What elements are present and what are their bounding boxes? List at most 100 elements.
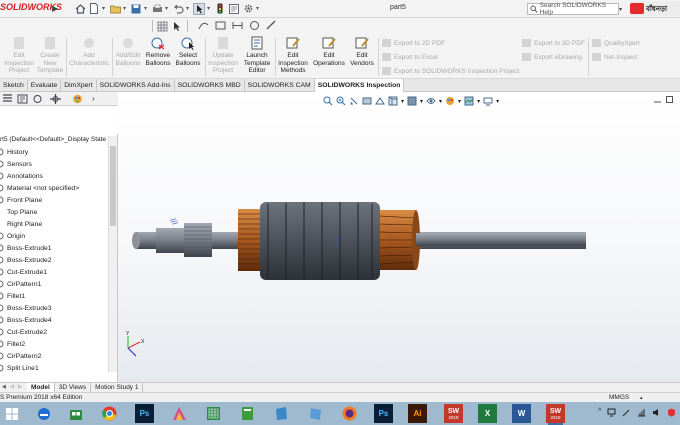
tab-evaluate[interactable]: Evaluate	[28, 79, 62, 92]
export-edrawing-button[interactable]: Export eDrawing	[522, 53, 582, 61]
rectangle-tool-icon[interactable]	[215, 20, 226, 31]
excel-old-icon[interactable]	[204, 404, 223, 423]
display-manager-icon[interactable]	[72, 94, 83, 104]
open-folder-icon[interactable]	[109, 3, 121, 15]
file-properties-icon[interactable]	[228, 3, 240, 15]
tree-item-sensors[interactable]: Sensors	[0, 160, 32, 168]
network-tray-icon[interactable]	[637, 408, 646, 417]
save-icon[interactable]	[130, 3, 142, 15]
edge-browser-icon[interactable]	[34, 404, 53, 423]
home-icon[interactable]	[74, 3, 86, 15]
audio-app-icon[interactable]	[272, 404, 291, 423]
tree-item-origin[interactable]: Origin	[0, 232, 25, 240]
tree-item-front-plane[interactable]: Front Plane	[0, 196, 42, 204]
traffic-light-icon[interactable]	[214, 3, 226, 15]
new-document-icon[interactable]	[88, 3, 100, 15]
curve-tool-icon[interactable]	[198, 20, 209, 31]
tab-inspection[interactable]: SOLIDWORKS Inspection	[314, 79, 405, 92]
tab-dimxpert[interactable]: DimXpert	[61, 79, 97, 92]
solidworks-2018-icon[interactable]: SW 2018	[444, 404, 463, 423]
tab-model[interactable]: Model	[27, 382, 55, 393]
graphics-viewport[interactable]: ▾ ▾ ▾ ▾ ▾ ▾ /// ⟩ X Y	[118, 92, 680, 382]
export-2d-pdf-button[interactable]: Export to 2D PDF	[382, 39, 445, 47]
tree-scrollbar[interactable]	[108, 136, 117, 372]
tree-item-boss-extrude3[interactable]: Boss-Extrude3	[0, 304, 52, 312]
tray-overflow-icon[interactable]: ^	[598, 408, 601, 417]
armature-model[interactable]: /// ⟩ X Y	[118, 92, 680, 382]
feature-tree-icon[interactable]	[2, 94, 13, 104]
tree-item-cut-extrude2[interactable]: Cut-Extrude2	[0, 328, 47, 336]
create-new-template-button[interactable]: Create New Template	[34, 36, 66, 75]
edit-operations-button[interactable]: Edit Operations	[310, 36, 348, 67]
edit-vendors-button[interactable]: Edit Vendors	[348, 36, 376, 67]
windows-start-icon[interactable]	[2, 404, 21, 423]
tree-item-annotations[interactable]: Annotations	[0, 172, 43, 180]
panel-expand-icon[interactable]: ›	[92, 94, 95, 103]
tree-item-cut-extrude1[interactable]: Cut-Extrude1	[0, 268, 47, 276]
dimension-tool-icon[interactable]	[232, 20, 243, 31]
excel-icon[interactable]: X	[478, 404, 497, 423]
tab-3d-views[interactable]: 3D Views	[55, 382, 92, 393]
file-app-icon[interactable]	[306, 404, 325, 423]
photoshop-2-icon[interactable]: Ps	[374, 404, 393, 423]
search-dropdown-icon[interactable]: ▾	[619, 3, 626, 15]
tab-mbd[interactable]: SOLIDWORKS MBD	[175, 79, 245, 92]
new-dropdown-icon[interactable]: ▾	[102, 5, 107, 12]
tree-item-boss-extrude1[interactable]: Boss-Extrude1	[0, 244, 52, 252]
launch-template-editor-button[interactable]: Launch Template Editor	[240, 36, 274, 75]
store-icon[interactable]	[66, 404, 85, 423]
relation-tool-icon[interactable]	[249, 20, 260, 31]
tree-root-part[interactable]: rt5 (Default<<Default>_Display State	[0, 136, 106, 143]
first-tab-icon[interactable]: ◀	[2, 384, 9, 391]
save-dropdown-icon[interactable]: ▾	[144, 5, 149, 12]
notes-app-icon[interactable]	[238, 404, 257, 423]
prev-tab-icon[interactable]: ◁	[10, 384, 17, 391]
tree-item-top-plane[interactable]: Top Plane	[0, 208, 37, 216]
solidworks-active-icon[interactable]: SW 2018	[546, 404, 565, 425]
illustrator-icon[interactable]: Ai	[408, 404, 427, 423]
scrollbar-thumb[interactable]	[110, 146, 116, 226]
property-manager-icon[interactable]	[17, 94, 28, 104]
grid-icon[interactable]	[157, 21, 168, 32]
word-icon[interactable]: W	[512, 404, 531, 423]
undo-icon[interactable]	[172, 3, 184, 15]
edit-tray-icon[interactable]	[622, 408, 631, 417]
configuration-manager-icon[interactable]	[32, 94, 43, 104]
tree-item-cirpattern2[interactable]: CirPattern2	[0, 352, 41, 360]
edit-inspection-methods-button[interactable]: Edit Inspection Methods	[276, 36, 310, 75]
tab-cam[interactable]: SOLIDWORKS CAM	[245, 79, 315, 92]
export-3d-pdf-button[interactable]: Export to 3D PDF	[522, 39, 585, 47]
paint-app-icon[interactable]	[170, 404, 189, 423]
select-balloons-button[interactable]: Select Balloons	[173, 36, 203, 67]
select-dropdown-icon[interactable]: ▾	[207, 5, 212, 12]
logo-menu-arrow-icon[interactable]: ▶	[52, 4, 58, 13]
tree-item-split-line1[interactable]: Split Line1	[0, 364, 39, 372]
export-excel-button[interactable]: Export to Excel	[382, 53, 438, 61]
options-dropdown-icon[interactable]: ▾	[256, 5, 261, 12]
export-inspection-project-button[interactable]: Export to SOLIDWORKS Inspection Project	[382, 67, 519, 75]
tree-item-boss-extrude2[interactable]: Boss-Extrude2	[0, 256, 52, 264]
options-gear-icon[interactable]	[242, 3, 254, 15]
remove-balloons-button[interactable]: Remove Balloons	[143, 36, 173, 67]
next-tab-icon[interactable]: ▷	[18, 384, 25, 391]
tab-sketch[interactable]: Sketch	[0, 79, 28, 92]
select-arrow-icon[interactable]	[193, 2, 205, 15]
print-dropdown-icon[interactable]: ▾	[165, 5, 170, 12]
pointer-icon[interactable]	[172, 21, 183, 32]
photoshop-icon[interactable]: Ps	[135, 404, 154, 423]
tree-item-right-plane[interactable]: Right Plane	[0, 220, 42, 228]
tree-item-fillet1[interactable]: Fillet1	[0, 292, 25, 300]
tree-item-boss-extrude4[interactable]: Boss-Extrude4	[0, 316, 52, 324]
tree-item-cirpattern1[interactable]: CirPattern1	[0, 280, 41, 288]
print-icon[interactable]	[151, 3, 163, 15]
firefox-icon[interactable]	[340, 404, 359, 423]
chrome-icon[interactable]	[100, 404, 119, 423]
tab-motion-study-1[interactable]: Motion Study 1	[91, 382, 144, 393]
search-input[interactable]: Search SOLIDWORKS Help	[527, 2, 619, 16]
dimxpert-manager-icon[interactable]	[50, 94, 61, 104]
antivirus-tray-icon[interactable]	[667, 408, 676, 417]
open-dropdown-icon[interactable]: ▾	[123, 5, 128, 12]
update-inspection-project-button[interactable]: Update Inspection Project	[206, 36, 240, 75]
tree-item-history[interactable]: History	[0, 148, 28, 156]
tab-add-ins[interactable]: SOLIDWORKS Add-Ins	[97, 79, 175, 92]
